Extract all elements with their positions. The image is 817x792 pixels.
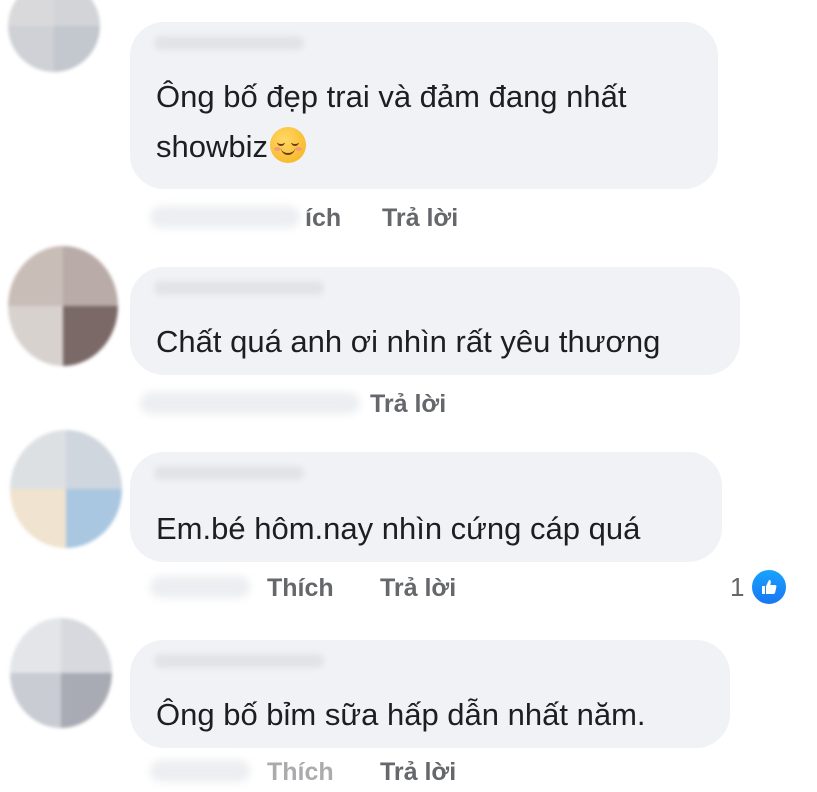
reaction-count: 1	[730, 571, 745, 602]
reply-button[interactable]: Trả lời	[380, 758, 456, 787]
like-button[interactable]: Thích	[267, 574, 334, 603]
commenter-name-blurred[interactable]	[154, 281, 324, 295]
comment-bubble: Ông bố bỉm sữa hấp dẫn nhất năm.	[130, 640, 730, 748]
like-icon	[750, 568, 789, 606]
avatar[interactable]	[10, 430, 122, 548]
avatar[interactable]	[8, 246, 118, 366]
avatar[interactable]	[8, 0, 100, 72]
reply-button[interactable]: Trả lời	[380, 574, 456, 603]
comment-actions: ích Trả lời	[150, 198, 550, 238]
avatar[interactable]	[10, 618, 112, 728]
commenter-name-blurred[interactable]	[154, 36, 304, 50]
reaction-summary[interactable]: 1	[730, 568, 789, 606]
comment-text: Em.bé hôm.nay nhìn cứng cáp quá	[156, 511, 641, 546]
like-button[interactable]: ích	[305, 204, 341, 233]
like-button[interactable]: Thích	[267, 758, 334, 787]
comment-actions: Thích Trả lời 1	[150, 568, 810, 608]
reply-button[interactable]: Trả lời	[370, 390, 446, 419]
comment-bubble: Ông bố đẹp trai và đảm đang nhất showbiz	[130, 22, 718, 189]
comment-actions: Trả lời	[140, 384, 540, 424]
comment-text: Ông bố bỉm sữa hấp dẫn nhất năm.	[156, 697, 646, 732]
comment-text: Ông bố đẹp trai và đảm đang nhất showbiz	[156, 79, 627, 164]
reply-button[interactable]: Trả lời	[382, 204, 458, 233]
smiling-face-icon	[270, 127, 306, 163]
commenter-name-blurred[interactable]	[154, 654, 324, 668]
commenter-name-blurred[interactable]	[154, 466, 304, 480]
comment-actions: Thích Trả lời	[150, 752, 550, 792]
timestamp-blurred	[150, 206, 300, 228]
comment-text: Chất quá anh ơi nhìn rất yêu thương	[156, 324, 661, 359]
comment-bubble: Chất quá anh ơi nhìn rất yêu thương	[130, 267, 740, 375]
timestamp-blurred	[150, 576, 250, 598]
timestamp-blurred	[140, 392, 360, 414]
comment-bubble: Em.bé hôm.nay nhìn cứng cáp quá	[130, 452, 722, 562]
